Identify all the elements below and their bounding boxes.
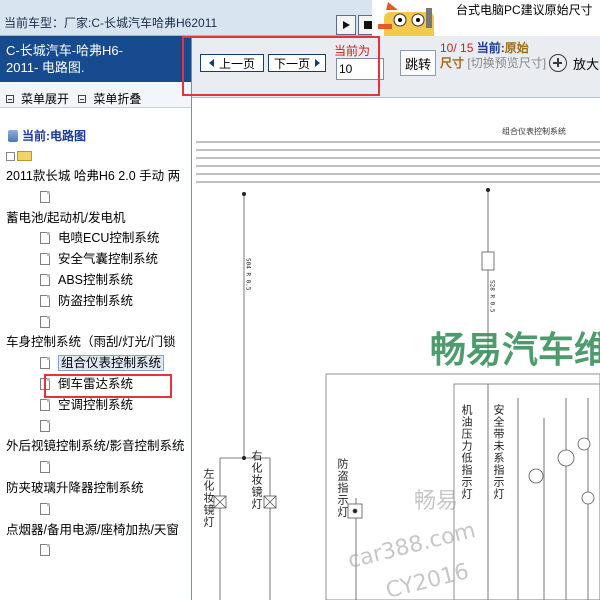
- tree-item-label: 防盗控制系统: [58, 293, 134, 308]
- tree-item[interactable]: 安全气囊控制系统: [40, 249, 158, 269]
- document-icon: [40, 190, 50, 203]
- page-info-line-1: 10/ 15 当前:原始: [440, 41, 546, 56]
- current-section: 当前:电路图: [8, 126, 86, 146]
- label-right-vanity-lamp: 右化妆镜灯: [250, 450, 263, 510]
- page-counter: 10/ 15: [440, 41, 474, 55]
- fuse-symbol: [481, 251, 495, 271]
- tree-group[interactable]: 车身控制系统（雨刮/灯光/门锁: [6, 332, 175, 352]
- sidebar: C-长城汽车-哈弗H6- 2011- 电路图. 菜单展开 菜单折叠 当前:电路图…: [0, 36, 192, 600]
- page-info: 10/ 15 当前:原始 尺寸 [切换预览尺寸]: [440, 41, 546, 71]
- label-left-vanity-lamp: 左化妆镜灯: [202, 468, 215, 528]
- tree-item[interactable]: 防盗控制系统: [40, 291, 133, 311]
- sidebar-header-line-1: C-长城汽车-哈弗H6-: [6, 43, 123, 58]
- tree-item[interactable]: [40, 499, 58, 519]
- watermark-line-1: 畅易: [414, 489, 458, 514]
- tree-item[interactable]: [40, 312, 58, 332]
- sidebar-toolbar: 菜单展开 菜单折叠: [0, 82, 191, 108]
- document-icon: [40, 419, 50, 432]
- tree-toggle-icon: [6, 152, 15, 161]
- top-bar: 当前车型：厂家:C-长城汽车哈弗H62011 台式电脑PC建议原始尺寸: [0, 0, 600, 40]
- wire-label-1: S04 R 0.5: [245, 258, 252, 291]
- tree-item[interactable]: [40, 416, 58, 436]
- wiring-diagram[interactable]: 组合仪表控制系统 S04 R 0.5 S28 R 0.5 畅易汽车维 畅易 ca…: [192, 98, 600, 600]
- document-icon: [40, 357, 50, 370]
- current-size-value: 原始: [504, 41, 529, 55]
- tree-item-label: 点烟器/备用电源/座椅加热/天窗: [6, 522, 179, 537]
- document-icon: [40, 544, 50, 557]
- label-seatbelt-indicator: 安全带未系指示灯: [492, 404, 505, 500]
- tree-item-label: 防夹玻璃升降器控制系统: [6, 481, 144, 495]
- ad-text: 台式电脑PC建议原始尺寸: [456, 3, 593, 17]
- sidebar-header: C-长城汽车-哈弗H6- 2011- 电路图.: [0, 36, 191, 82]
- menu-collapse-button[interactable]: 菜单折叠: [78, 90, 141, 107]
- tree-group[interactable]: 2011款长城 哈弗H6 2.0 手动 两: [6, 166, 180, 186]
- junctions: [242, 188, 490, 460]
- tree-item-label: 车身控制系统（雨刮/灯光/门锁: [6, 335, 176, 350]
- zoom-in-button[interactable]: 放大: [549, 50, 600, 76]
- current-size-label: 尺寸: [440, 56, 465, 70]
- tree-item-label: 蓄电池/起动机/发电机: [6, 210, 126, 225]
- menu-collapse-label: 菜单折叠: [93, 92, 142, 106]
- bus-lines: [196, 141, 600, 183]
- tree-item[interactable]: [40, 187, 58, 207]
- document-icon: [40, 274, 50, 286]
- switch-size-link[interactable]: [切换预览尺寸]: [467, 56, 546, 70]
- play-icon: [343, 21, 350, 29]
- page-info-line-2: 尺寸 [切换预览尺寸]: [440, 56, 546, 71]
- tree-group[interactable]: 外后视镜控制系统/影音控制系统: [6, 436, 184, 456]
- watermark-line-3: CY2016: [383, 559, 471, 600]
- sidebar-header-line-2: 2011- 电路图.: [6, 60, 85, 75]
- tree-item[interactable]: [40, 457, 58, 477]
- selection-highlight: [44, 374, 172, 398]
- mechanic-mascot-icon: [378, 2, 434, 40]
- tree-item-label: 组合仪表控制系统: [58, 355, 165, 372]
- jump-button[interactable]: 跳转: [400, 50, 436, 76]
- zoom-in-icon: [549, 54, 567, 72]
- wire-label-2: S28 R 0.5: [489, 280, 496, 313]
- tree-item[interactable]: 组合仪表控制系统: [40, 353, 165, 373]
- tree-item-label: 安全气囊控制系统: [58, 252, 159, 267]
- tree-item[interactable]: ABS控制系统: [40, 270, 133, 290]
- folder-icon: [17, 151, 32, 161]
- tree-item-label: 空调控制系统: [58, 397, 134, 412]
- document-icon: [40, 502, 50, 515]
- document-icon: [40, 315, 50, 328]
- tree-item-label: 外后视镜控制系统/影音控制系统: [6, 439, 185, 454]
- lamp-symbols: [213, 437, 595, 519]
- vehicle-value: 厂家:C-长城汽车哈弗H62011: [64, 16, 218, 30]
- document-icon: [40, 294, 50, 307]
- menu-expand-button[interactable]: 菜单展开: [6, 90, 69, 107]
- zoom-in-label: 放大: [573, 56, 600, 72]
- document-icon: [40, 253, 50, 266]
- watermark-title: 畅易汽车维: [430, 330, 600, 371]
- tree-group[interactable]: 蓄电池/起动机/发电机: [6, 208, 125, 228]
- wiring-diagram-svg: 组合仪表控制系统 S04 R 0.5 S28 R 0.5 畅易汽车维 畅易 ca…: [196, 126, 600, 600]
- label-antitheft-indicator: 防盗指示灯: [336, 458, 349, 518]
- expand-icon: [6, 94, 14, 103]
- collapse-icon: [78, 94, 87, 103]
- vehicle-label: 当前车型：: [4, 16, 65, 30]
- ad-banner[interactable]: 台式电脑PC建议原始尺寸: [372, 0, 600, 40]
- current-size-prefix: 当前:: [476, 41, 505, 55]
- document-icon: [40, 461, 50, 474]
- label-oil-pressure-indicator: 机油压力低指示灯: [460, 404, 473, 500]
- tree-item-label: ABS控制系统: [58, 273, 134, 287]
- forward-icon-button[interactable]: [336, 15, 356, 35]
- tree-item[interactable]: 电喷ECU控制系统: [40, 228, 159, 248]
- database-icon: [8, 130, 18, 142]
- tree-item[interactable]: [40, 540, 58, 560]
- menu-tree: 当前:电路图 2011款长城 哈弗H6 2.0 手动 两蓄电池/起动机/发电机电…: [0, 126, 191, 600]
- vehicle-info: 当前车型：厂家:C-长城汽车哈弗H62011: [4, 14, 217, 31]
- tree-group[interactable]: 防夹玻璃升降器控制系统: [6, 478, 144, 498]
- tree-root[interactable]: [6, 146, 32, 166]
- document-icon: [40, 232, 50, 245]
- tree-item-label: 2011款长城 哈弗H6 2.0 手动 两: [6, 169, 181, 183]
- tree-item-label: 电喷ECU控制系统: [58, 231, 160, 246]
- current-section-label: 当前:电路图: [22, 129, 86, 143]
- document-icon: [40, 398, 50, 411]
- page-nav-highlight: [182, 36, 380, 96]
- tree-group[interactable]: 点烟器/备用电源/座椅加热/天窗: [6, 520, 179, 540]
- diagram-title: 组合仪表控制系统: [502, 126, 566, 136]
- menu-expand-label: 菜单展开: [21, 92, 70, 106]
